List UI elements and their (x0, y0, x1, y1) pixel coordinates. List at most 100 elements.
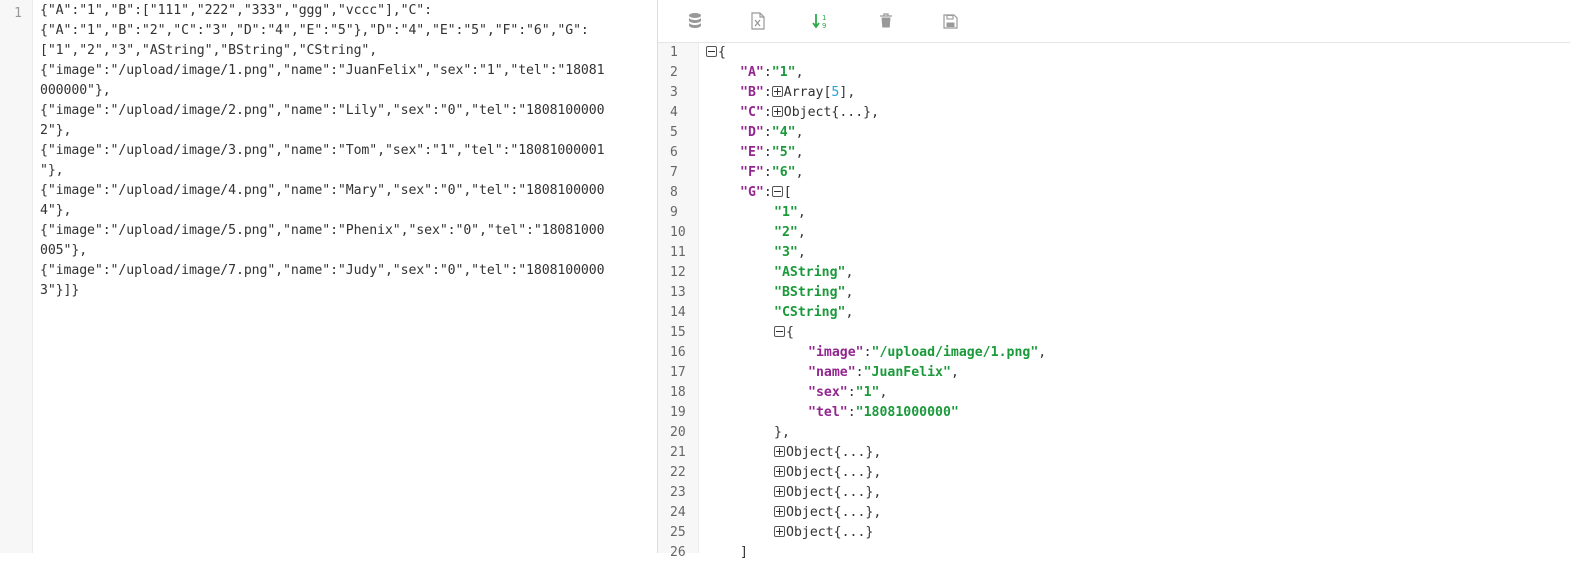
trailing-punctuation: , (797, 245, 806, 260)
collapsed-summary: Object{...}, (786, 465, 882, 480)
sort-icon: 1 9 (812, 14, 826, 30)
key-separator: : (855, 365, 864, 380)
tree-line-number: 13 (670, 285, 686, 300)
expand-icon[interactable] (774, 526, 785, 537)
tree-line: "3", (706, 243, 1566, 263)
key-separator: : (763, 85, 772, 100)
tree-line: "image":"/upload/image/1.png", (706, 343, 1566, 363)
expand-icon[interactable] (774, 486, 785, 497)
json-key: "F" (740, 165, 764, 180)
collapse-icon[interactable] (706, 46, 717, 57)
collapse-icon[interactable] (774, 326, 785, 337)
trailing-punctuation: , (879, 385, 888, 400)
save-icon (942, 13, 958, 29)
tree-line-number: 2 (670, 65, 678, 80)
collapsed-summary: Object{...} (786, 525, 874, 540)
tree-line: Object{...}, (706, 503, 1566, 523)
json-string-value: "6" (771, 165, 796, 180)
expand-icon[interactable] (774, 446, 785, 457)
bracket: }, (774, 425, 790, 440)
database-button[interactable] (682, 8, 708, 34)
trash-icon (880, 13, 892, 28)
json-string-value: "18081000000" (855, 405, 959, 420)
sort-button[interactable]: 1 9 (809, 8, 835, 34)
key-separator: : (847, 405, 856, 420)
tree-line-number: 25 (670, 525, 686, 540)
tree-line: "name":"JuanFelix", (706, 363, 1566, 383)
expand-icon[interactable] (774, 506, 785, 517)
json-key: "B" (740, 85, 764, 100)
tree-line-number: 9 (670, 205, 678, 220)
raw-text-row: 4"}, (40, 203, 72, 218)
key-separator: : (863, 345, 872, 360)
collapsed-summary: Array[ (783, 85, 832, 100)
raw-text-row: "}, (40, 163, 64, 178)
raw-text-row: {"image":"/upload/image/1.png","name":"J… (40, 63, 605, 78)
tree-line: "G": [ (706, 183, 1566, 203)
line-number: 1 (14, 6, 22, 21)
tree-line-number: 20 (670, 425, 686, 440)
json-tree-viewer: 1 9 1 2 3 4 5 6 7 8 9 10 11 12 13 14 15 16 17 18 19 20 21 22 2… (658, 0, 1570, 560)
export-excel-button[interactable] (745, 8, 771, 34)
trailing-punctuation: , (845, 285, 854, 300)
expand-icon[interactable] (774, 466, 785, 477)
raw-text-row: ["1","2","3","AString","BString","CStrin… (40, 43, 378, 58)
collapse-icon[interactable] (771, 186, 783, 197)
json-string-value: "2" (774, 225, 798, 240)
json-key: "C" (740, 105, 764, 120)
tree-line-number: 5 (670, 125, 678, 140)
raw-json-editor[interactable]: 1 {"A":"1","B":["111","222","333","ggg",… (0, 0, 657, 553)
json-key: "A" (740, 65, 764, 80)
svg-text:1: 1 (822, 14, 826, 22)
raw-text-row: {"A":"1","B":["111","222","333","ggg","v… (40, 3, 432, 18)
expand-icon[interactable] (771, 86, 783, 97)
tree-line-number: 14 (670, 305, 686, 320)
line-number-gutter: 1 (0, 0, 33, 553)
tree-line-number: 17 (670, 365, 686, 380)
raw-json-text[interactable]: {"A":"1","B":["111","222","333","ggg","v… (40, 1, 652, 301)
tree-line: Object{...} (706, 523, 1566, 543)
tree-line: "2", (706, 223, 1566, 243)
json-key: "G" (740, 185, 764, 200)
tree-line: Object{...}, (706, 483, 1566, 503)
tree-line: "A":"1", (706, 63, 1566, 83)
save-button[interactable] (937, 8, 963, 34)
json-key: "sex" (808, 385, 848, 400)
delete-button[interactable] (873, 8, 899, 34)
raw-text-row: {"image":"/upload/image/7.png","name":"J… (40, 263, 605, 278)
raw-text-row: {"image":"/upload/image/2.png","name":"L… (40, 103, 605, 118)
tree-line-number: 24 (670, 505, 686, 520)
expand-icon[interactable] (771, 106, 783, 117)
tree-line: }, (706, 423, 1566, 443)
bracket: { (786, 325, 794, 340)
tree-line-number: 16 (670, 345, 686, 360)
tree-line: "1", (706, 203, 1566, 223)
raw-text-row: 005"}, (40, 243, 88, 258)
svg-text:9: 9 (822, 22, 826, 30)
key-separator: : (763, 145, 772, 160)
json-key: "E" (740, 145, 764, 160)
bracket: { (718, 45, 726, 60)
trailing-punctuation: , (795, 165, 804, 180)
json-string-value: "CString" (774, 305, 846, 320)
key-separator: : (763, 65, 772, 80)
tree-line-number: 21 (670, 445, 686, 460)
tree-line: "AString", (706, 263, 1566, 283)
json-key: "name" (808, 365, 856, 380)
json-string-value: "1" (771, 65, 796, 80)
tree-line: { (706, 323, 1566, 343)
tree-line: "E":"5", (706, 143, 1566, 163)
tree-line-number-gutter: 1 2 3 4 5 6 7 8 9 10 11 12 13 14 15 16 17 18 19 20 21 22 23 24 2… (658, 43, 699, 560)
key-separator: : (847, 385, 856, 400)
json-key: "tel" (808, 405, 848, 420)
tree-line-number: 4 (670, 105, 678, 120)
tree-line: "C": Object{...}, (706, 103, 1566, 123)
json-string-value: "JuanFelix" (863, 365, 951, 380)
tree-line-number: 12 (670, 265, 686, 280)
tree-line-number: 8 (670, 185, 678, 200)
json-string-value: "1" (855, 385, 880, 400)
raw-text-row: 000000"}, (40, 83, 111, 98)
tree-line-number: 15 (670, 325, 686, 340)
key-separator: : (763, 105, 772, 120)
database-icon (689, 13, 701, 28)
